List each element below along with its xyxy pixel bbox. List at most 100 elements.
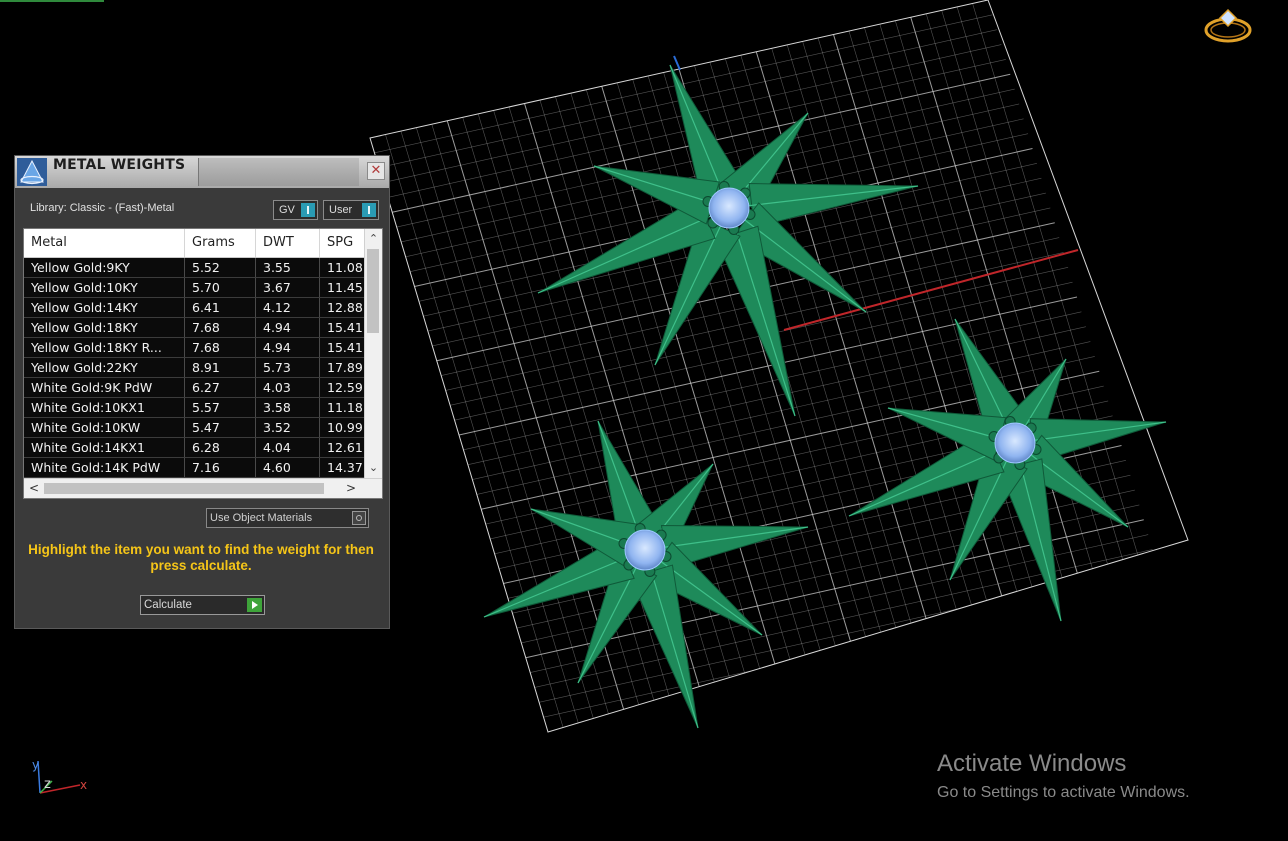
- cell-metal: White Gold:14KX1: [24, 438, 185, 457]
- activation-watermark-subtitle: Go to Settings to activate Windows.: [937, 784, 1190, 801]
- table-row[interactable]: Yellow Gold:14KY 6.41 4.12 12.88: [24, 298, 364, 318]
- table-row[interactable]: Yellow Gold:9KY 5.52 3.55 11.08: [24, 258, 364, 278]
- cell-metal: Yellow Gold:18KY: [24, 318, 185, 337]
- column-header-spg[interactable]: SPG: [320, 229, 364, 257]
- table-row[interactable]: Yellow Gold:10KY 5.70 3.67 11.45: [24, 278, 364, 298]
- vertical-scroll-thumb[interactable]: [367, 249, 379, 333]
- cell-dwt: 3.55: [256, 258, 320, 277]
- scroll-right-icon[interactable]: >: [342, 479, 360, 498]
- star-ray: [887, 407, 1007, 461]
- panel-titlebar[interactable]: METAL WEIGHTS ✕: [15, 156, 389, 188]
- cell-grams: 6.28: [185, 438, 256, 457]
- activation-watermark-title: Activate Windows: [937, 750, 1127, 777]
- axis-x-label: x: [80, 778, 87, 792]
- cell-dwt: 4.12: [256, 298, 320, 317]
- construction-grid: [374, 3, 1162, 729]
- instruction-text: Highlight the item you want to find the …: [28, 542, 374, 573]
- column-header-dwt[interactable]: DWT: [256, 229, 320, 257]
- axis-y-label: y: [32, 758, 39, 772]
- user-toggle[interactable]: User: [323, 200, 379, 220]
- cell-grams: 7.16: [185, 458, 256, 477]
- cell-grams: 5.47: [185, 418, 256, 437]
- table-row[interactable]: White Gold:14KX1 6.28 4.04 12.61: [24, 438, 364, 458]
- column-header-grams[interactable]: Grams: [185, 229, 256, 257]
- scroll-up-icon[interactable]: ⌃: [365, 231, 382, 247]
- table-body: Yellow Gold:9KY 5.52 3.55 11.08 Yellow Gold:…: [24, 258, 364, 478]
- cell-spg: 15.41: [327, 320, 363, 335]
- cell-spg: 11.45: [327, 280, 363, 295]
- table-row[interactable]: White Gold:14K PdW 7.16 4.60 14.37: [24, 458, 364, 478]
- scroll-left-icon[interactable]: <: [26, 479, 42, 498]
- axis-z-label: z: [44, 777, 51, 792]
- axis-gizmo-icon: y z x: [32, 758, 87, 794]
- cell-metal: Yellow Gold:14KY: [24, 298, 185, 317]
- center-gemstone: [708, 187, 750, 229]
- scroll-down-icon[interactable]: ⌄: [365, 460, 382, 476]
- cell-metal: White Gold:9K PdW: [24, 378, 185, 397]
- cell-dwt: 4.94: [256, 338, 320, 357]
- table-header: Metal Grams DWT SPG: [24, 229, 364, 258]
- cell-metal: White Gold:10KW: [24, 418, 185, 437]
- cell-spg: 15.41: [327, 340, 363, 355]
- toggle-knob-icon: [362, 203, 376, 217]
- cell-grams: 5.70: [185, 278, 256, 297]
- grid-line: [910, 17, 1090, 612]
- cell-dwt: 3.67: [256, 278, 320, 297]
- cell-dwt: 4.60: [256, 458, 320, 477]
- cell-grams: 8.91: [185, 358, 256, 377]
- column-header-metal[interactable]: Metal: [24, 229, 185, 257]
- gv-toggle-label: GV: [279, 204, 295, 216]
- cell-spg: 11.08: [327, 260, 363, 275]
- use-object-materials-option[interactable]: Use Object Materials: [206, 508, 369, 528]
- horizontal-scrollbar[interactable]: < >: [24, 478, 382, 498]
- cell-dwt: 4.94: [256, 318, 320, 337]
- cell-metal: Yellow Gold:9KY: [24, 258, 185, 277]
- cell-dwt: 3.58: [256, 398, 320, 417]
- cell-metal: Yellow Gold:22KY: [24, 358, 185, 377]
- star-pendant-top[interactable]: [537, 64, 919, 417]
- metal-weights-panel: METAL WEIGHTS ✕ Library: Classic - (Fast…: [14, 155, 390, 629]
- cell-dwt: 4.03: [256, 378, 320, 397]
- table-row[interactable]: White Gold:9K PdW 6.27 4.03 12.59: [24, 378, 364, 398]
- cell-spg: 11.18: [327, 400, 363, 415]
- vertical-scrollbar[interactable]: ⌃ ⌄: [364, 229, 382, 478]
- panel-title: METAL WEIGHTS: [53, 157, 186, 173]
- metal-table: Metal Grams DWT SPG Yellow Gold:9KY 5.52 3…: [23, 228, 383, 499]
- gv-toggle[interactable]: GV: [273, 200, 318, 220]
- cell-dwt: 5.73: [256, 358, 320, 377]
- table-row[interactable]: White Gold:10KX1 5.57 3.58 11.18: [24, 398, 364, 418]
- cell-dwt: 4.04: [256, 438, 320, 457]
- cell-spg: 12.61: [327, 440, 363, 455]
- center-gemstone: [624, 529, 666, 571]
- y-axis-stub: [673, 55, 681, 71]
- cell-metal: White Gold:10KX1: [24, 398, 185, 417]
- radio-icon[interactable]: [352, 511, 366, 525]
- cell-grams: 6.27: [185, 378, 256, 397]
- calculate-label: Calculate: [144, 599, 192, 611]
- cell-dwt: 3.52: [256, 418, 320, 437]
- progress-strip: [0, 0, 104, 2]
- cell-spg: 17.89: [327, 360, 363, 375]
- cell-grams: 5.57: [185, 398, 256, 417]
- play-icon: [247, 598, 262, 612]
- close-icon: ✕: [370, 163, 382, 178]
- close-button[interactable]: ✕: [367, 162, 385, 180]
- cell-spg: 12.59: [327, 380, 363, 395]
- table-row[interactable]: Yellow Gold:22KY 8.91 5.73 17.89: [24, 358, 364, 378]
- cell-metal: White Gold:14K PdW: [24, 458, 185, 477]
- titlebar-tab: [198, 158, 359, 186]
- cell-metal: Yellow Gold:10KY: [24, 278, 185, 297]
- cell-grams: 6.41: [185, 298, 256, 317]
- library-label: Library: Classic - (Fast)-Metal: [30, 202, 175, 214]
- user-toggle-label: User: [329, 204, 353, 216]
- cell-grams: 7.68: [185, 338, 256, 357]
- cell-metal: Yellow Gold:18KY R...: [24, 338, 185, 357]
- table-row[interactable]: White Gold:10KW 5.47 3.52 10.99: [24, 418, 364, 438]
- cell-spg: 10.99: [327, 420, 363, 435]
- table-row[interactable]: Yellow Gold:18KY 7.68 4.94 15.41: [24, 318, 364, 338]
- use-object-materials-label: Use Object Materials: [210, 512, 313, 524]
- horizontal-scroll-thumb[interactable]: [44, 483, 324, 494]
- calculate-button[interactable]: Calculate: [140, 595, 265, 615]
- ring-view-icon[interactable]: [1202, 6, 1258, 46]
- table-row[interactable]: Yellow Gold:18KY R... 7.68 4.94 15.41: [24, 338, 364, 358]
